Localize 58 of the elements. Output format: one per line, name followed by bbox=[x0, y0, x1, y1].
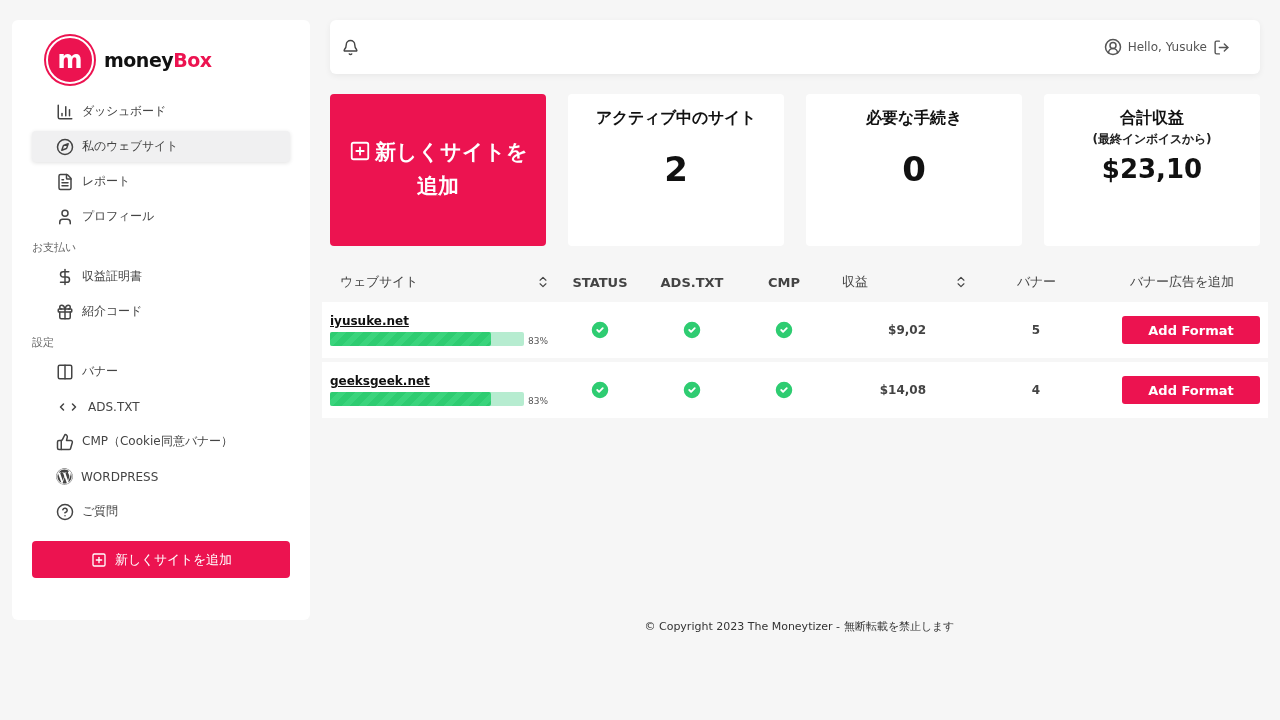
section-heading: 設定 bbox=[32, 335, 55, 350]
logo-text: Box bbox=[173, 49, 212, 71]
logout-icon[interactable] bbox=[1213, 38, 1230, 56]
stat-title: 必要な手続き bbox=[866, 108, 962, 129]
revenue-cell: $9,02 bbox=[888, 323, 926, 337]
banner-count: 5 bbox=[1031, 323, 1041, 337]
greeting: Hello, Yusuke bbox=[1127, 40, 1207, 54]
logo-text: money bbox=[104, 49, 174, 71]
site-link[interactable]: geeksgeek.net bbox=[330, 374, 558, 388]
stat-title: アクティブ中のサイト bbox=[596, 108, 756, 129]
stat-title: 合計収益 bbox=[1120, 108, 1184, 129]
bell-icon[interactable] bbox=[342, 38, 359, 56]
sidebar-item[interactable]: 収益証明書 bbox=[32, 261, 290, 292]
gift-icon bbox=[56, 302, 74, 321]
column-header: 収益 bbox=[842, 273, 868, 291]
wordpress-icon bbox=[56, 468, 73, 485]
banner-count: 4 bbox=[1031, 383, 1041, 397]
sidebar-item[interactable]: プロフィール bbox=[32, 201, 290, 232]
document-icon bbox=[56, 172, 74, 191]
sidebar-item[interactable]: ご質問 bbox=[32, 496, 290, 527]
stat-value: 2 bbox=[664, 149, 688, 189]
stat-value: $23,10 bbox=[1101, 154, 1203, 184]
add-site-card[interactable]: 新しくサイトを追加 bbox=[330, 94, 546, 246]
plus-square-icon bbox=[348, 140, 371, 163]
plus-square-icon bbox=[90, 551, 107, 568]
logo-mark: m bbox=[46, 36, 94, 84]
revenue-cell: $14,08 bbox=[879, 383, 926, 397]
column-header: バナー広告を追加 bbox=[1129, 273, 1235, 291]
sidebar-item[interactable]: バナー bbox=[32, 356, 290, 387]
columns-icon bbox=[56, 362, 74, 381]
stat-subtitle: (最終インボイスから) bbox=[1092, 131, 1212, 148]
column-header: STATUS bbox=[571, 274, 629, 290]
column-header: CMP bbox=[767, 274, 801, 290]
add-site-button[interactable]: 新しくサイトを追加 bbox=[32, 541, 290, 578]
sidebar-item[interactable]: 紹介コード bbox=[32, 296, 290, 327]
progress-reading: 83% bbox=[528, 396, 548, 406]
column-header: ADS.TXT bbox=[659, 274, 725, 290]
section-heading: お支払い bbox=[32, 240, 77, 255]
footer-copyright: © Copyright 2023 The Moneytizer - 無断転載を禁止します bbox=[643, 619, 955, 634]
column-header: バナー bbox=[1015, 273, 1057, 291]
sidebar-item[interactable]: レポート bbox=[32, 166, 290, 197]
bar-chart-icon bbox=[56, 102, 74, 121]
add-format-button[interactable]: Add Format bbox=[1122, 376, 1260, 404]
progress-reading: 83% bbox=[528, 336, 548, 346]
site-link[interactable]: iyusuke.net bbox=[330, 314, 558, 328]
user-icon bbox=[1103, 38, 1122, 56]
help-icon bbox=[56, 502, 74, 521]
thumbs-up-icon bbox=[56, 432, 74, 451]
sidebar-item[interactable]: CMP（Cookie同意バナー） bbox=[32, 426, 290, 457]
sidebar-item[interactable]: ADS.TXT bbox=[32, 391, 290, 422]
compass-icon bbox=[56, 137, 74, 156]
sidebar-item[interactable]: WORDPRESS bbox=[32, 461, 290, 492]
user-icon bbox=[56, 207, 74, 226]
sidebar-item[interactable]: 私のウェブサイト bbox=[32, 131, 290, 162]
column-header: ウェブサイト bbox=[340, 273, 418, 291]
stat-value: 0 bbox=[902, 149, 926, 189]
add-format-button[interactable]: Add Format bbox=[1122, 316, 1260, 344]
sidebar-item[interactable]: ダッシュボード bbox=[32, 96, 290, 127]
